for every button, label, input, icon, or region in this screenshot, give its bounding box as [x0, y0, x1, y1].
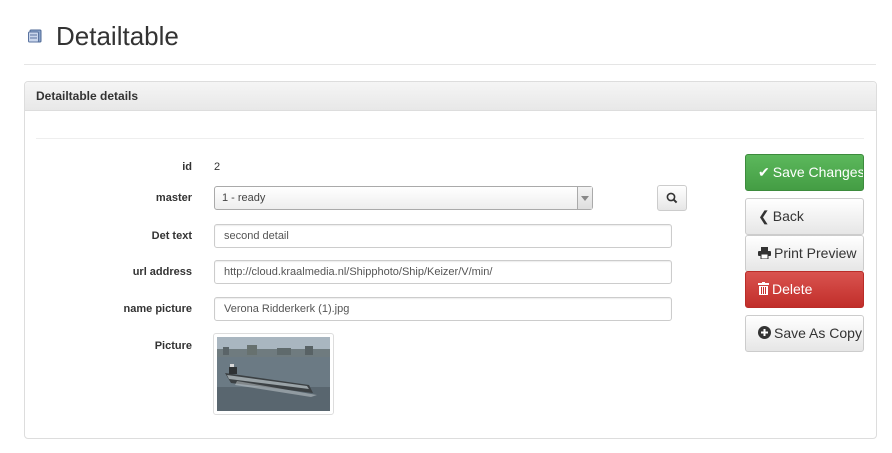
- save-as-copy-label: Save As Copy: [774, 325, 862, 341]
- delete-button[interactable]: Delete: [745, 271, 864, 308]
- det-text-input[interactable]: second detail: [214, 224, 672, 248]
- master-select[interactable]: 1 - ready: [214, 186, 593, 210]
- page-title: Detailtable: [56, 21, 179, 51]
- panel-heading: Detailtable details: [25, 82, 876, 111]
- url-address-input[interactable]: http://cloud.kraalmedia.nl/Shipphoto/Shi…: [214, 260, 672, 284]
- master-search-button[interactable]: [657, 185, 687, 211]
- picture-label: Picture: [154, 340, 192, 352]
- panel-title: Detailtable details: [36, 89, 139, 103]
- picture-thumbnail[interactable]: [213, 333, 334, 415]
- save-as-copy-button[interactable]: Save As Copy: [745, 315, 864, 352]
- save-changes-label: Save Changes: [772, 164, 864, 180]
- back-label: Back: [772, 208, 804, 224]
- id-value: 2: [214, 161, 221, 173]
- name-picture-input[interactable]: Verona Ridderkerk (1).jpg: [214, 297, 672, 321]
- trash-icon: [758, 272, 769, 306]
- print-preview-button[interactable]: Print Preview: [745, 235, 864, 272]
- name-picture-label: name picture: [123, 303, 192, 315]
- plus-circle-icon: [758, 316, 771, 350]
- search-icon: [666, 192, 678, 204]
- url-address-label: url address: [132, 266, 192, 278]
- print-icon: [758, 236, 771, 270]
- page-header: Detailtable: [24, 14, 876, 65]
- chevron-down-icon[interactable]: [577, 187, 592, 209]
- det-text-label: Det text: [151, 230, 192, 242]
- details-panel: Detailtable details id 2 master 1 - read…: [24, 81, 877, 439]
- delete-label: Delete: [772, 281, 813, 297]
- master-select-value: 1 - ready: [222, 192, 266, 204]
- form-divider: [36, 138, 864, 139]
- ship-photo: [217, 337, 330, 411]
- master-label: master: [155, 192, 192, 204]
- check-icon: ✔: [758, 164, 770, 180]
- save-changes-button[interactable]: ✔ Save Changes: [745, 154, 864, 191]
- print-preview-label: Print Preview: [774, 245, 857, 261]
- id-label: id: [182, 161, 192, 173]
- table-icon: [28, 29, 42, 43]
- chevron-left-icon: ❮: [758, 208, 770, 224]
- back-button[interactable]: ❮ Back: [745, 198, 864, 235]
